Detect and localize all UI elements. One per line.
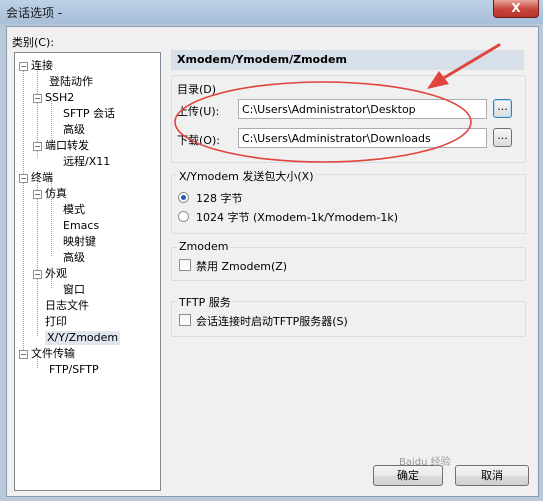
collapse-icon[interactable]: − [33,190,42,199]
disable-zmodem-checkbox[interactable] [179,259,191,271]
collapse-icon[interactable]: − [19,62,28,71]
tree-item-mapped-keys[interactable]: 映射键 [63,235,96,249]
tree-item-emulation-advanced[interactable]: 高级 [63,251,85,265]
packet-128-radio[interactable] [178,192,189,203]
arrow-head-icon [427,71,449,89]
tftp-label: TFTP 服务 [177,294,233,310]
disable-zmodem-label[interactable]: 禁用 Zmodem(Z) [196,258,287,274]
collapse-icon[interactable]: − [19,350,28,359]
collapse-icon[interactable]: − [33,94,42,103]
category-label: 类别(C): [12,36,54,49]
packet-1024-label[interactable]: 1024 字节 (Xmodem-1k/Ymodem-1k) [196,209,398,225]
collapse-icon[interactable]: − [33,270,42,279]
packet-128-label[interactable]: 128 字节 [196,190,243,206]
category-tree[interactable]: − 连接 登陆动作 − SSH2 SFTP 会话 高级 − 端口转发 远程/X1… [14,52,161,491]
tree-item-sftp-session[interactable]: SFTP 会话 [63,107,115,121]
collapse-icon[interactable]: − [19,174,28,183]
tree-item-xyzmodem[interactable]: X/Y/Zmodem [45,331,121,345]
collapse-icon[interactable]: − [33,142,42,151]
tree-item-remote-x11[interactable]: 远程/X11 [63,155,110,169]
ok-button[interactable]: 确定 [373,465,443,486]
tree-item-log-file[interactable]: 日志文件 [45,299,89,313]
tree-item-file-transfer[interactable]: 文件传输 [31,347,75,361]
window-title: 会话选项 - [6,6,63,20]
title-bar: 会话选项 - X [0,0,543,24]
cancel-button[interactable]: 取消 [455,465,529,486]
tree-item-printing[interactable]: 打印 [45,315,67,329]
dialog-body: 类别(C): − 连接 登陆动作 − SSH2 SFTP 会话 高级 − 端口转… [6,26,539,497]
tree-item-ssh2-advanced[interactable]: 高级 [63,123,85,137]
tree-item-ssh2[interactable]: SSH2 [45,91,74,105]
tree-item-appearance[interactable]: 外观 [45,267,67,281]
tree-item-port-forwarding[interactable]: 端口转发 [45,139,89,153]
arrow-line [440,43,501,81]
packet-size-label: X/Ymodem 发送包大小(X) [177,168,316,184]
start-tftp-checkbox[interactable] [179,314,191,326]
close-button[interactable]: X [493,0,539,18]
highlight-ellipse [174,81,472,163]
annotation-overlay [174,43,501,163]
packet-1024-radio[interactable] [178,211,189,222]
tree-item-modes[interactable]: 模式 [63,203,85,217]
zmodem-label: Zmodem [177,240,231,253]
tree-item-logon-actions[interactable]: 登陆动作 [49,75,93,89]
tree-line [51,194,52,256]
tree-item-window[interactable]: 窗口 [63,283,85,297]
tree-item-terminal[interactable]: 终端 [31,171,53,185]
tree-item-emulation[interactable]: 仿真 [45,187,67,201]
tree-item-ftp-sftp[interactable]: FTP/SFTP [49,363,99,377]
tree-item-connection[interactable]: 连接 [31,59,53,73]
watermark: Baidu 经验 [399,457,451,468]
start-tftp-label[interactable]: 会话连接时启动TFTP服务器(S) [196,313,348,329]
tree-line [37,178,38,336]
tree-item-emacs[interactable]: Emacs [63,219,99,233]
tree-line [23,66,24,356]
